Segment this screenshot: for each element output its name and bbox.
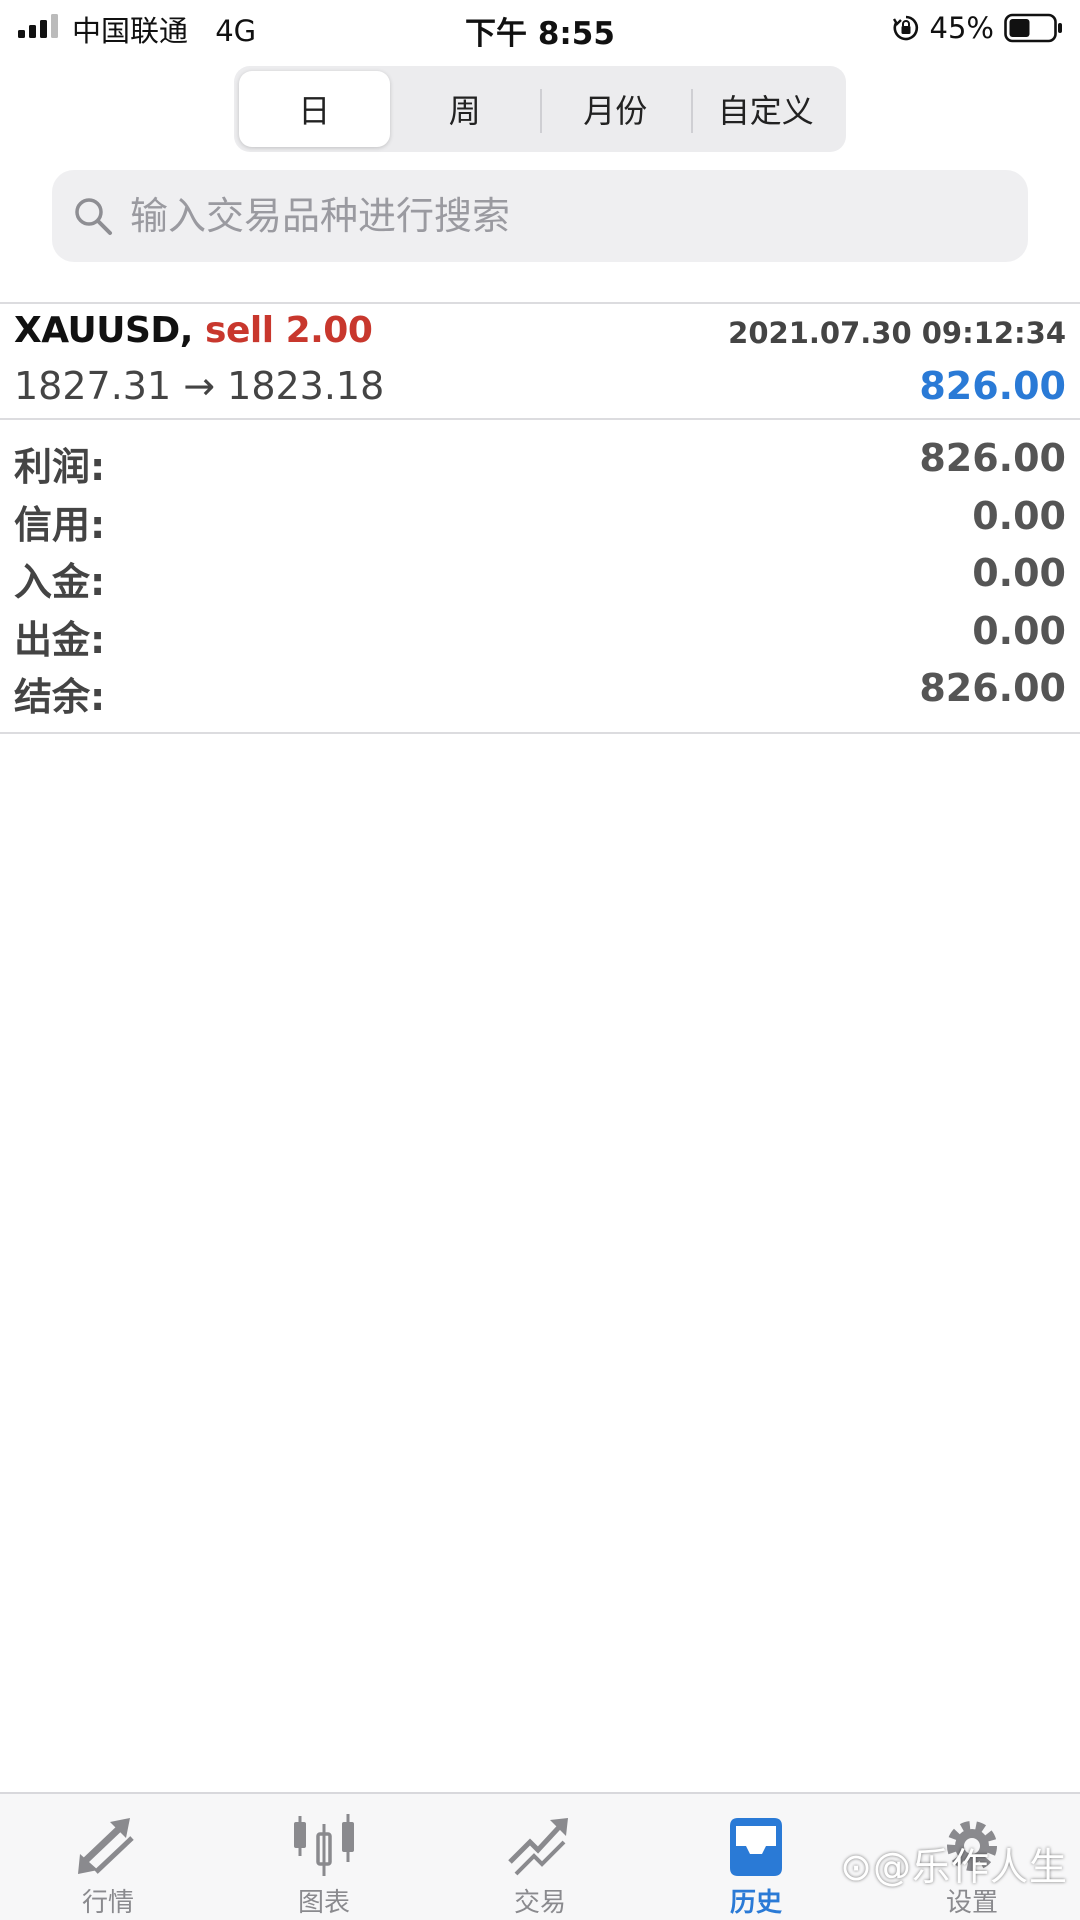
summary-row-credit: 信用: 0.00 [0, 490, 1080, 548]
trade-profit: 826.00 [919, 364, 1066, 408]
tab-label: 交易 [513, 1888, 566, 1918]
tab-day[interactable]: 日 [239, 71, 390, 147]
tab-week[interactable]: 周 [390, 71, 541, 147]
status-right: 45% [892, 8, 1064, 48]
summary-value: 826.00 [919, 666, 1066, 710]
trade-trend-icon [508, 1818, 568, 1876]
tab-label: 图表 [297, 1888, 350, 1918]
tab-custom[interactable]: 自定义 [690, 71, 842, 147]
trade-row[interactable]: XAUUSD, sell 2.00 2021.07.30 09:12:34 18… [0, 304, 1080, 418]
battery-icon [1004, 13, 1062, 43]
candlestick-chart-icon [294, 1814, 354, 1876]
battery-percent: 45% [929, 11, 994, 45]
search-input[interactable] [128, 193, 992, 239]
divider-bottom [0, 732, 1080, 734]
summary-label: 结余: [14, 675, 106, 719]
tab-quotes[interactable]: 行情 [0, 1794, 216, 1920]
divider-middle [0, 418, 1080, 420]
summary-row-withdrawal: 出金: 0.00 [0, 605, 1080, 663]
tab-history[interactable]: 历史 [648, 1794, 864, 1920]
summary-row-profit: 利润: 826.00 [0, 432, 1080, 490]
search-bar[interactable] [52, 170, 1028, 262]
tab-label: 历史 [729, 1888, 782, 1918]
search-icon [75, 198, 112, 235]
summary-label: 利润: [14, 445, 106, 489]
period-segmented-control: 日 周 月份 自定义 [234, 66, 846, 152]
summary-section: 利润: 826.00 信用: 0.00 入金: 0.00 出金: 0.00 结余… [0, 432, 1080, 720]
summary-value: 0.00 [972, 493, 1066, 538]
quotes-arrows-icon [78, 1818, 134, 1874]
summary-value: 826.00 [919, 436, 1066, 480]
summary-value: 0.00 [972, 608, 1066, 653]
trade-symbol-line: XAUUSD, sell 2.00 [14, 310, 373, 351]
history-inbox-icon [730, 1818, 782, 1876]
summary-row-balance: 结余: 826.00 [0, 662, 1080, 720]
tab-month[interactable]: 月份 [540, 71, 691, 147]
summary-label: 入金: [14, 560, 106, 604]
summary-value: 0.00 [972, 551, 1066, 595]
tab-trade[interactable]: 交易 [432, 1794, 648, 1920]
watermark-text: ⊙@乐作人生 [840, 1845, 1068, 1889]
summary-row-deposit: 入金: 0.00 [0, 547, 1080, 605]
summary-label: 出金: [14, 617, 106, 662]
rotation-lock-icon [892, 15, 918, 41]
trade-time: 2021.07.30 09:12:34 [728, 316, 1066, 350]
tab-label: 行情 [81, 1888, 134, 1918]
trade-side-volume: sell 2.00 [205, 310, 373, 351]
trade-symbol: XAUUSD, [14, 310, 193, 351]
status-bar: 中国联通 4G 下午 8:55 45% [0, 0, 1080, 56]
tab-chart[interactable]: 图表 [216, 1794, 432, 1920]
trade-prices: 1827.31 → 1823.18 [14, 364, 385, 408]
summary-label: 信用: [14, 502, 106, 547]
